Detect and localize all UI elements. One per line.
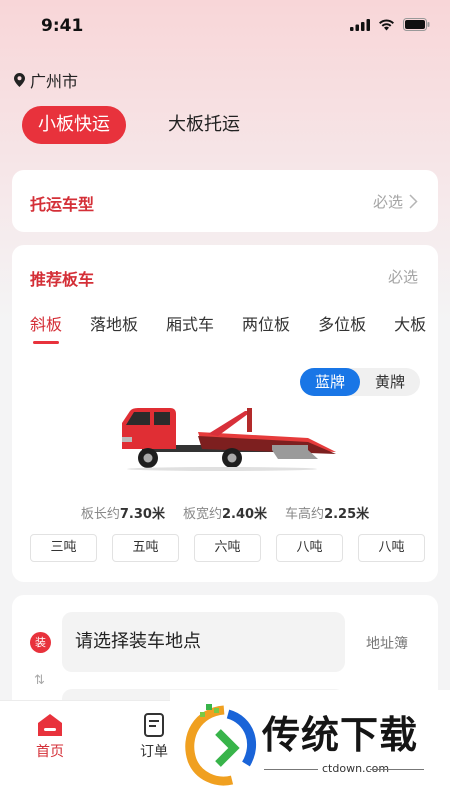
recommend-title: 推荐板车 bbox=[30, 270, 95, 289]
truck-spec-row: 板长约7.30米 板宽约2.40米 车高约2.25米 bbox=[12, 503, 438, 522]
tab-large-board[interactable]: 大板 bbox=[394, 311, 426, 335]
vehicle-type-hint: 必选 bbox=[373, 191, 418, 212]
watermark: 传统下载 ctdown.com bbox=[170, 690, 450, 800]
load-badge: 装 bbox=[30, 632, 51, 653]
yellow-plate-option[interactable]: 黄牌 bbox=[360, 368, 420, 396]
nav-home[interactable]: 首页 bbox=[36, 713, 64, 761]
tab-two-slot[interactable]: 两位板 bbox=[242, 311, 290, 335]
location-pin-icon bbox=[14, 73, 25, 87]
battery-icon bbox=[403, 18, 430, 31]
spec-width: 板宽约2.40米 bbox=[182, 507, 268, 522]
orders-icon bbox=[144, 713, 164, 737]
home-icon bbox=[38, 714, 62, 736]
truck-type-tabs: 斜板 落地板 厢式车 两位板 多位板 大板 bbox=[30, 311, 450, 344]
city-label: 广州市 bbox=[30, 72, 79, 91]
chevron-right-icon bbox=[409, 194, 418, 209]
recommend-truck-card: 推荐板车 必选 斜板 落地板 厢式车 两位板 多位板 大板 蓝牌 黄牌 板长约7… bbox=[12, 245, 438, 582]
vehicle-type-card[interactable]: 托运车型 必选 bbox=[12, 170, 438, 232]
tab-multi-slot[interactable]: 多位板 bbox=[318, 311, 366, 335]
tonnage-option[interactable]: 三吨 bbox=[30, 534, 97, 562]
recommend-hint: 必选 bbox=[387, 268, 418, 286]
watermark-divider bbox=[264, 769, 318, 770]
signal-icon bbox=[350, 18, 370, 31]
location-selector[interactable]: 广州市 bbox=[14, 68, 78, 92]
watermark-name: 传统下载 bbox=[262, 713, 419, 757]
vehicle-type-title: 托运车型 bbox=[30, 195, 95, 214]
tonnage-option[interactable]: 五吨 bbox=[112, 534, 179, 562]
address-book-link[interactable]: 地址簿 bbox=[366, 633, 408, 653]
tonnage-option[interactable]: 八吨 bbox=[276, 534, 343, 562]
watermark-logo-icon bbox=[185, 704, 257, 786]
plate-toggle: 蓝牌 黄牌 bbox=[300, 368, 420, 396]
nav-orders-label: 订单 bbox=[140, 744, 168, 760]
mode-tabs: 小板快运 大板托运 bbox=[22, 106, 240, 144]
wifi-icon bbox=[379, 18, 394, 30]
tab-box-truck[interactable]: 厢式车 bbox=[166, 311, 214, 335]
tab-small-board[interactable]: 小板快运 bbox=[22, 106, 126, 144]
watermark-divider bbox=[370, 769, 424, 770]
blue-plate-option[interactable]: 蓝牌 bbox=[300, 368, 360, 396]
swap-icon[interactable]: ⇅ bbox=[34, 673, 45, 688]
tonnage-option[interactable]: 六吨 bbox=[194, 534, 261, 562]
status-time: 9:41 bbox=[41, 16, 84, 36]
tab-slope-board[interactable]: 斜板 bbox=[30, 311, 62, 344]
load-location-field[interactable]: 请选择装车地点 bbox=[62, 612, 345, 672]
nav-orders[interactable]: 订单 bbox=[140, 713, 168, 761]
spec-height: 车高约2.25米 bbox=[285, 507, 370, 522]
status-bar: 9:41 bbox=[0, 0, 450, 52]
tab-large-board[interactable]: 大板托运 bbox=[168, 106, 240, 144]
tonnage-options: 三吨 五吨 六吨 八吨 八吨 bbox=[30, 534, 425, 562]
required-label: 必选 bbox=[372, 193, 403, 211]
spec-length: 板长约7.30米 bbox=[80, 507, 165, 522]
tab-flatbed[interactable]: 落地板 bbox=[90, 311, 138, 335]
nav-home-label: 首页 bbox=[36, 744, 64, 760]
tonnage-option[interactable]: 八吨 bbox=[358, 534, 425, 562]
status-icons bbox=[350, 18, 430, 31]
tow-truck-image bbox=[122, 408, 336, 471]
